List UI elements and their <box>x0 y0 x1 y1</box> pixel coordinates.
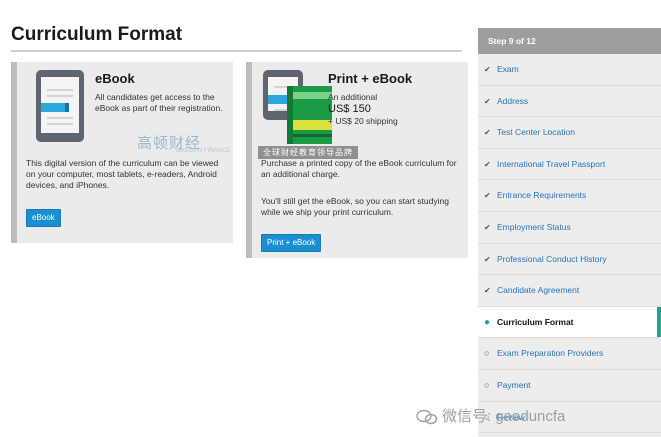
current-dot-icon: ● <box>484 316 491 328</box>
print-price-prefix: An additional <box>328 92 378 102</box>
step-address[interactable]: ✔ Address <box>478 86 661 118</box>
step-label: Test Center Location <box>497 127 575 138</box>
brand-watermark-sub: GAODUN FINANCE <box>176 148 231 154</box>
check-icon: ✔ <box>484 286 491 296</box>
pending-circle-icon: ○ <box>484 380 490 390</box>
step-label: International Travel Passport <box>497 158 606 169</box>
step-employment-status[interactable]: ✔ Employment Status <box>478 212 661 244</box>
step-label: Professional Conduct History <box>497 253 607 264</box>
step-label: Address <box>497 95 529 106</box>
step-label: Exam Preparation Providers <box>497 348 604 359</box>
check-icon: ✔ <box>484 254 491 264</box>
title-divider <box>11 50 462 52</box>
wechat-icon <box>416 409 438 425</box>
check-icon: ✔ <box>484 65 491 74</box>
print-shipping: + US$ 20 shipping <box>328 116 398 126</box>
tablet-icon <box>36 70 84 142</box>
step-curriculum-format[interactable]: ● Curriculum Format <box>478 306 661 339</box>
check-icon: ✔ <box>484 159 491 169</box>
slogan-watermark: 全球财经教育领导品牌 <box>258 146 358 159</box>
check-icon: ✔ <box>484 96 491 106</box>
step-label: Payment <box>497 380 531 390</box>
print-price: US$ 150 <box>328 103 371 115</box>
step-exam-preparation-providers[interactable]: ○ Exam Preparation Providers <box>478 338 661 370</box>
print-body-2: You'll still get the eBook, so you can s… <box>261 196 449 217</box>
step-test-center-location[interactable]: ✔ Test Center Location <box>478 117 661 149</box>
pending-circle-icon: ○ <box>484 348 490 359</box>
print-ebook-option-card: Print + eBook An additional US$ 150 + US… <box>246 62 468 258</box>
progress-sidebar: Step 9 of 12 ✔ Exam ✔ Address ✔ Test Center L… <box>478 28 661 437</box>
print-ebook-button[interactable]: Print + eBook <box>261 234 322 252</box>
wechat-id: 微信号: gaoduncfa <box>442 408 566 425</box>
step-label: Employment Status <box>497 222 571 232</box>
step-label: Exam <box>497 64 519 74</box>
step-label: Curriculum Format <box>497 316 574 327</box>
step-international-travel-passport[interactable]: ✔ International Travel Passport <box>478 149 661 181</box>
step-professional-conduct-history[interactable]: ✔ Professional Conduct History <box>478 244 661 276</box>
print-body-1: Purchase a printed copy of the eBook cur… <box>261 158 457 179</box>
step-payment[interactable]: ○ Payment <box>478 370 661 402</box>
printed-book-icon <box>287 86 332 144</box>
step-candidate-agreement[interactable]: ✔ Candidate Agreement <box>478 275 661 307</box>
ebook-description: All candidates get access to the eBook a… <box>95 92 223 113</box>
ebook-body: This digital version of the curriculum c… <box>26 158 219 190</box>
step-label: Entrance Requirements <box>497 190 587 201</box>
ebook-button[interactable]: eBook <box>26 209 61 227</box>
check-icon: ✔ <box>484 223 491 232</box>
ebook-heading: eBook <box>95 71 135 86</box>
wechat-watermark: 微信号: gaoduncfa <box>416 405 565 429</box>
page-title: Curriculum Format <box>11 24 183 45</box>
current-step-indicator <box>657 306 661 338</box>
step-counter: Step 9 of 12 <box>478 28 661 54</box>
print-heading: Print + eBook <box>328 71 413 86</box>
check-icon: ✔ <box>484 191 491 201</box>
step-exam[interactable]: ✔ Exam <box>478 54 661 86</box>
step-label: Candidate Agreement <box>497 285 580 296</box>
step-entrance-requirements[interactable]: ✔ Entrance Requirements <box>478 180 661 212</box>
check-icon: ✔ <box>484 128 491 138</box>
